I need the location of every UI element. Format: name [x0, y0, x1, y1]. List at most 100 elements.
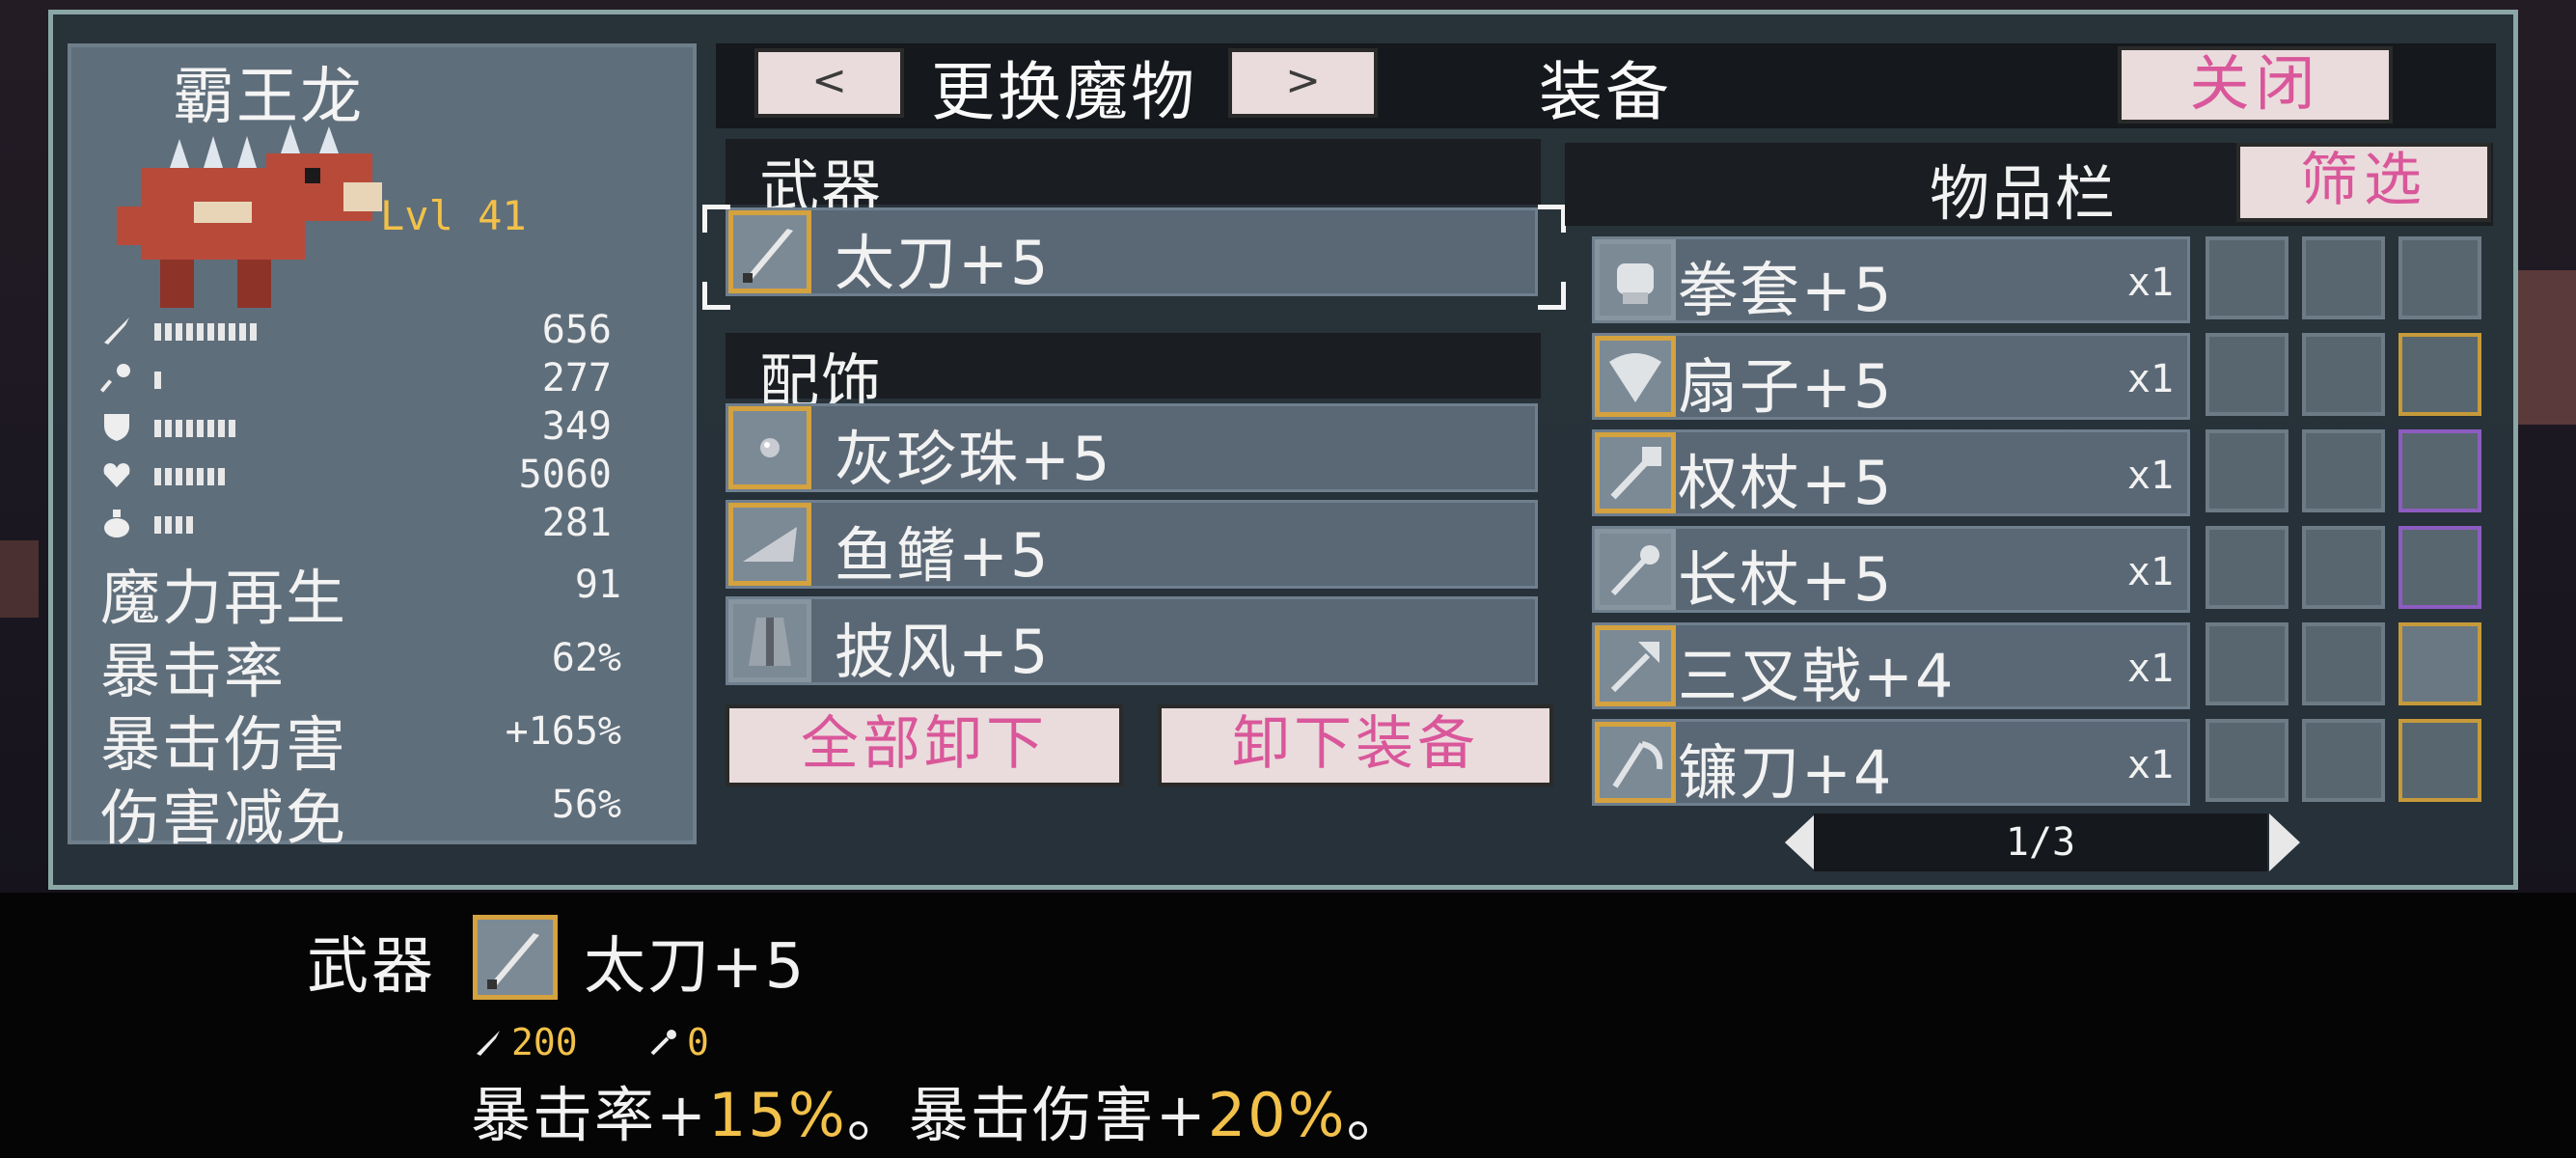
stat-bar	[154, 468, 225, 485]
inventory-item[interactable]: 权杖+5 x1	[1592, 429, 2190, 518]
fin-icon	[728, 503, 811, 586]
inventory-slot-figure-icon[interactable]	[2206, 719, 2288, 802]
scythe-icon	[1595, 722, 1676, 803]
detail-category: 武器	[307, 931, 436, 1003]
page-prev-icon[interactable]	[1785, 813, 1816, 871]
stat-label: 伤害减免	[100, 783, 348, 853]
item-name: 拳套+5	[1678, 255, 1894, 325]
stat-value: +165%	[505, 709, 621, 754]
item-quantity: x1	[2126, 550, 2174, 594]
item-name: 镰刀+4	[1678, 737, 1894, 808]
inventory-slot-sword-icon[interactable]	[2398, 622, 2481, 705]
stat-row-attack: 656	[100, 308, 679, 352]
stat-bar	[154, 516, 193, 534]
staff-icon	[100, 364, 130, 393]
desc-text: 。暴击伤害+	[846, 1080, 1208, 1150]
item-quantity: x1	[2126, 357, 2174, 401]
stat-row-mana: 281	[100, 501, 679, 545]
trident-icon	[1595, 625, 1676, 706]
inventory-slot-shuriken-icon[interactable]	[2302, 622, 2385, 705]
selection-corner	[1538, 205, 1566, 233]
stat-value: 62%	[551, 636, 621, 680]
staff-icon	[650, 1030, 676, 1056]
inventory-slot-orb-icon[interactable]	[2302, 526, 2385, 609]
stat-row-defense: 349	[100, 404, 679, 449]
selection-corner	[702, 205, 730, 233]
item-name: 三叉戟+4	[1678, 641, 1956, 711]
accessory-name: 披风+5	[835, 617, 1051, 687]
stat-mana-regen: 魔力再生 91	[100, 549, 679, 633]
detail-description: 暴击率+15%。暴击伤害+20%。	[471, 1066, 1409, 1153]
accessory-section-header: 配饰	[726, 333, 1541, 417]
inventory-slot-figure-icon[interactable]	[2206, 526, 2288, 609]
inventory-item[interactable]: 拳套+5 x1	[1592, 236, 2190, 325]
inventory-label: 物品栏	[1930, 158, 2119, 229]
stat-row-magic: 277	[100, 356, 679, 400]
filter-button[interactable]: 筛选	[2236, 143, 2491, 222]
desc-highlight: 20%	[1207, 1080, 1347, 1150]
inventory-slot-shuriken-icon[interactable]	[2206, 333, 2288, 416]
gauntlet-icon	[1595, 239, 1676, 320]
item-name: 扇子+5	[1678, 351, 1894, 422]
shield-icon	[104, 414, 129, 441]
inventory-slot-claw-icon[interactable]	[2302, 719, 2385, 802]
stat-value: 91	[574, 563, 621, 607]
swap-monster-label: 更换魔物	[931, 55, 1197, 129]
stat-crit-rate: 暴击率 62%	[100, 622, 679, 706]
inventory-slot-bow-icon[interactable]	[2398, 526, 2481, 609]
monster-level: Lvl 41	[380, 192, 527, 239]
inventory-slot-claw-icon[interactable]	[2302, 429, 2385, 512]
staff-icon	[1595, 529, 1676, 610]
desc-text: 。	[1346, 1080, 1409, 1150]
stat-value: 56%	[551, 783, 621, 827]
inventory-slot-claw-icon[interactable]	[2206, 622, 2288, 705]
scepter-icon	[1595, 432, 1676, 513]
selection-corner	[702, 282, 730, 310]
weapon-slot[interactable]: 太刀+5	[726, 207, 1538, 298]
unequip-all-button[interactable]: 全部卸下	[726, 704, 1123, 786]
next-monster-button[interactable]: >	[1228, 48, 1378, 118]
potion-icon	[104, 510, 129, 538]
pearl-icon	[728, 406, 811, 489]
stat-value: 281	[541, 501, 612, 545]
page-indicator: 1/3	[1814, 813, 2267, 871]
inventory-item[interactable]: 长杖+5 x1	[1592, 526, 2190, 615]
inventory-slot-sword-icon[interactable]	[2398, 429, 2481, 512]
inventory-slot-dagger-icon[interactable]	[2206, 429, 2288, 512]
accessory-slot[interactable]: 披风+5	[726, 596, 1538, 687]
inventory-slot-orb-icon[interactable]	[2302, 333, 2385, 416]
weapon-section-header: 武器	[726, 139, 1541, 223]
inventory-slot-scythe-icon[interactable]	[2398, 333, 2481, 416]
inventory-item[interactable]: 扇子+5 x1	[1592, 333, 2190, 422]
accessory-name: 鱼鳍+5	[835, 520, 1051, 591]
prev-monster-button[interactable]: <	[754, 48, 904, 118]
inventory-slot-gauntlet-icon[interactable]	[2398, 236, 2481, 319]
detail-attack-value: 200	[511, 1021, 578, 1063]
page-title: 装备	[1539, 55, 1672, 129]
item-quantity: x1	[2126, 647, 2174, 691]
unequip-button[interactable]: 卸下装备	[1158, 704, 1553, 786]
stat-damage-reduction: 伤害减免 56%	[100, 769, 679, 853]
item-quantity: x1	[2126, 261, 2174, 305]
monster-stats-panel: 霸王龙 Lvl 41 656 277 349 5060 281 魔力再生 91 …	[68, 43, 697, 853]
selection-corner	[1538, 282, 1566, 310]
accessory-slot[interactable]: 灰珍珠+5	[726, 403, 1538, 494]
item-quantity: x1	[2126, 743, 2174, 787]
background-brick	[2518, 270, 2576, 425]
page-next-icon[interactable]	[2269, 813, 2300, 871]
katana-icon	[473, 915, 558, 1000]
accessory-slot[interactable]: 鱼鳍+5	[726, 500, 1538, 591]
inventory-item[interactable]: 镰刀+4 x1	[1592, 719, 2190, 808]
inventory-slot-staff-icon[interactable]	[2206, 236, 2288, 319]
close-button[interactable]: 关闭	[2118, 46, 2393, 124]
desc-highlight: 15%	[707, 1080, 847, 1150]
cape-icon	[728, 599, 811, 682]
item-name: 长杖+5	[1678, 544, 1894, 615]
stat-bar	[154, 372, 161, 389]
accessory-name: 灰珍珠+5	[835, 424, 1112, 494]
inventory-slot-staff-icon[interactable]	[2398, 719, 2481, 802]
inventory-item[interactable]: 三叉戟+4 x1	[1592, 622, 2190, 711]
inventory-slot-gauntlet-icon[interactable]	[2302, 236, 2385, 319]
item-quantity: x1	[2126, 454, 2174, 498]
sword-icon	[104, 317, 129, 345]
